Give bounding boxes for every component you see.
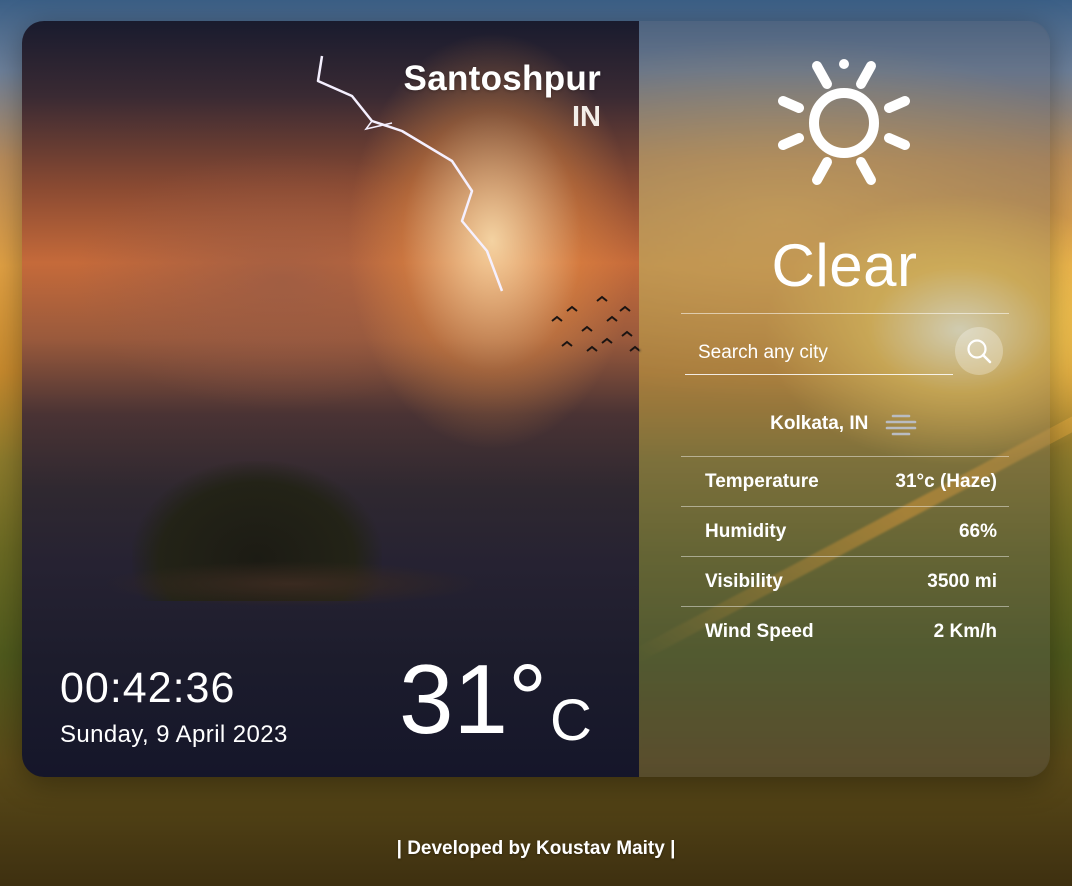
stat-row-visibility: Visibility 3500 mi: [681, 556, 1009, 606]
current-location: Kolkata, IN: [639, 411, 1050, 437]
temperature-unit: C: [550, 688, 592, 753]
sun-icon: [778, 59, 910, 185]
weather-condition: Clear: [771, 232, 918, 299]
city-name: Santoshpur: [403, 59, 601, 98]
stat-row-temperature: Temperature 31°c (Haze): [681, 456, 1009, 506]
stat-label: Temperature: [705, 470, 819, 492]
divider: [681, 313, 1009, 314]
temperature-value: 31°: [399, 644, 548, 754]
stat-value: 3500 mi: [927, 570, 997, 592]
left-panel: Santoshpur IN 00:42:36 Sunday, 9 April 2…: [22, 21, 641, 777]
clock-date: Sunday, 9 April 2023: [60, 721, 288, 748]
footer-credit: | Developed by Koustav Maity |: [396, 838, 676, 859]
stat-row-wind-speed: Wind Speed 2 Km/h: [681, 606, 1009, 656]
stat-value: 31°c (Haze): [895, 470, 997, 492]
search-icon: [967, 339, 992, 364]
weather-card: Santoshpur IN 00:42:36 Sunday, 9 April 2…: [22, 21, 1050, 777]
stat-value: 2 Km/h: [933, 620, 997, 642]
country-code: IN: [572, 101, 601, 133]
search-button[interactable]: [955, 327, 1003, 375]
search-input[interactable]: [685, 331, 953, 375]
stat-label: Humidity: [705, 520, 787, 542]
clock-time: 00:42:36: [60, 664, 236, 712]
island-shore: [102, 561, 482, 607]
right-panel: Clear Kolkata, IN Temperature 31°c (: [639, 21, 1050, 777]
stat-label: Visibility: [705, 570, 783, 592]
location-header: Santoshpur IN: [404, 59, 601, 135]
current-location-label: Kolkata, IN: [770, 413, 869, 434]
birds-flock: [551, 295, 641, 352]
stat-label: Wind Speed: [705, 620, 814, 642]
stat-row-humidity: Humidity 66%: [681, 506, 1009, 556]
haze-icon: [885, 414, 917, 436]
stat-value: 66%: [958, 520, 997, 542]
